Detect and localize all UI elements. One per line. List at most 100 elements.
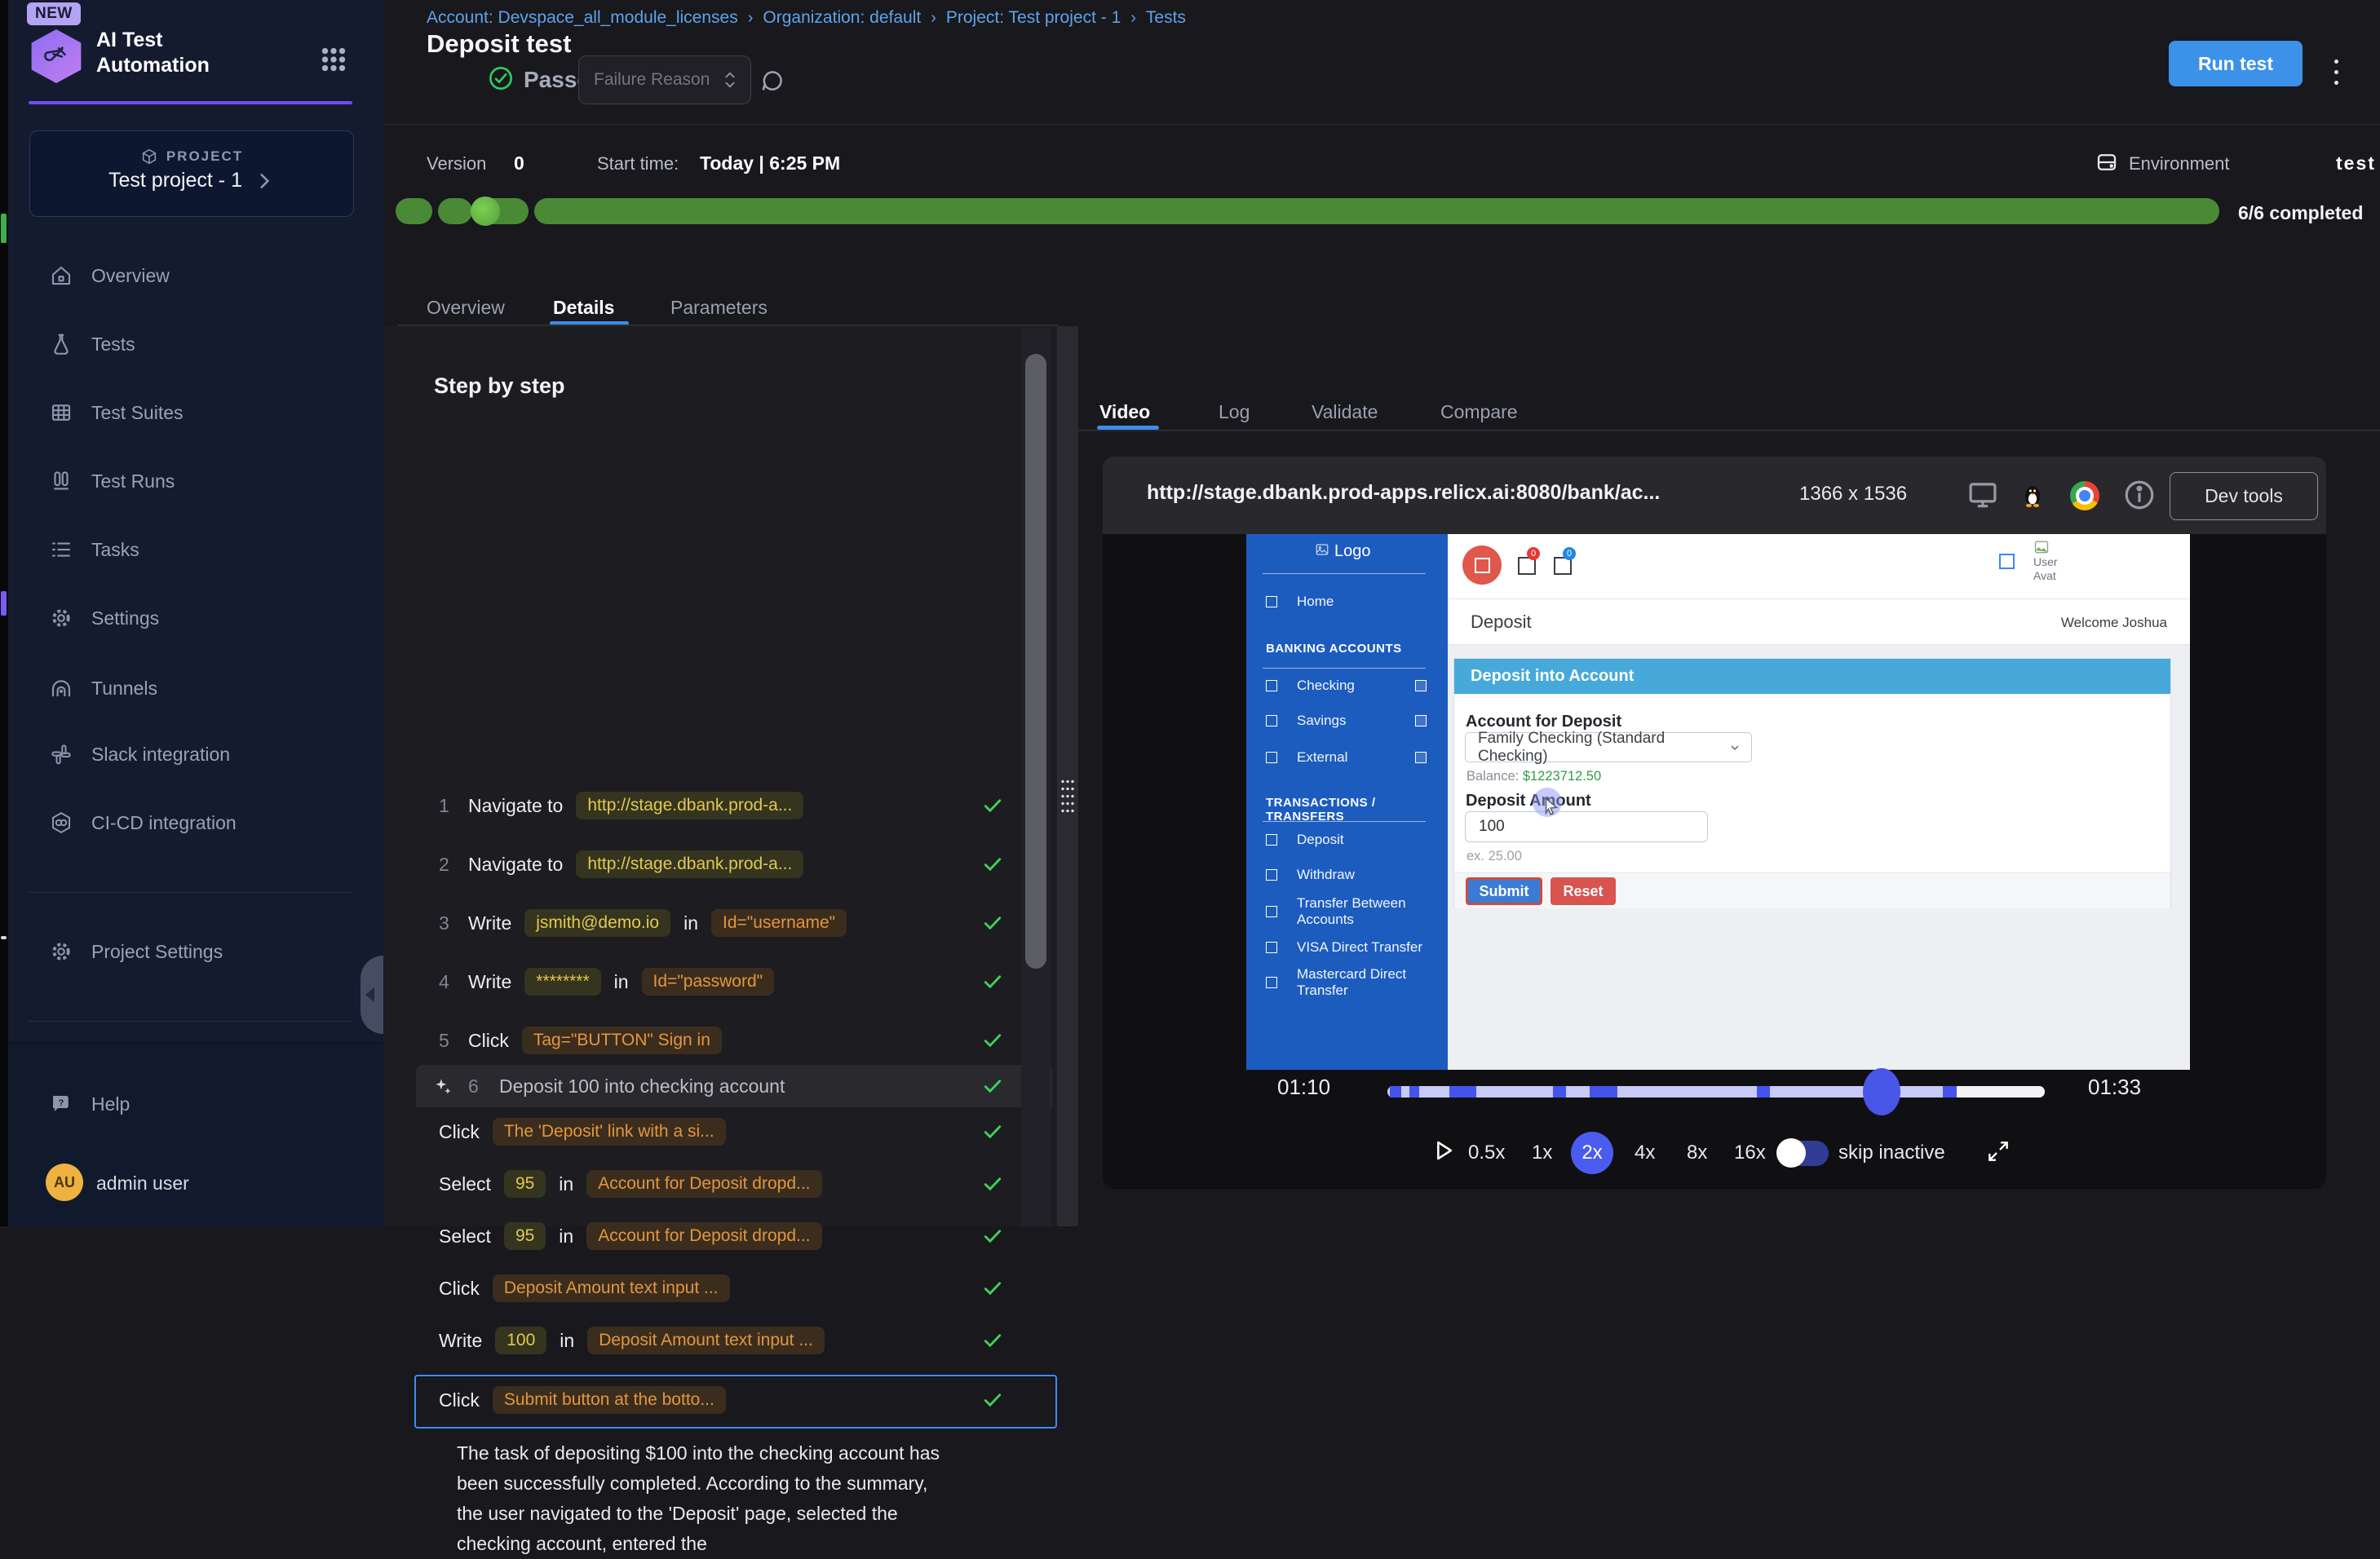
steps-scrollbar-thumb[interactable]: [1025, 354, 1046, 969]
speed-8x[interactable]: 8x: [1687, 1142, 1707, 1164]
tab-details[interactable]: Details: [553, 297, 614, 319]
check-icon: [980, 969, 1005, 994]
tab-overview[interactable]: Overview: [427, 297, 505, 319]
cube-icon: [140, 148, 158, 166]
chevron-separator-icon: ›: [931, 9, 936, 28]
apps-grid-icon[interactable]: [316, 42, 351, 77]
sidebar-item-help[interactable]: ? Help: [29, 1085, 356, 1123]
check-icon: [980, 1120, 1005, 1144]
sidebar-item-project-settings[interactable]: Project Settings: [29, 933, 356, 970]
step-target-chip: http://stage.dbank.prod-a...: [576, 850, 803, 878]
substep-row-4[interactable]: Click Deposit Amount text input ...: [416, 1267, 1052, 1309]
step-row-1[interactable]: 1 Navigate to http://stage.dbank.prod-a.…: [416, 784, 1052, 827]
speed-0-5x[interactable]: 0.5x: [1468, 1142, 1505, 1164]
substep-row-5[interactable]: Write 100 in Deposit Amount text input .…: [416, 1319, 1052, 1362]
video-timeline-track[interactable]: [1387, 1086, 2045, 1097]
app-logo[interactable]: [29, 29, 83, 83]
test-tube-icon: [42, 42, 70, 70]
project-selector[interactable]: PROJECT Test project - 1: [29, 130, 354, 217]
substep-row-2[interactable]: Select 95 in Account for Deposit dropd..…: [416, 1163, 1052, 1205]
skip-inactive-label: skip inactive: [1838, 1142, 1945, 1164]
bank-nav-deposit: Deposit: [1246, 829, 1448, 850]
project-label: PROJECT: [166, 148, 243, 165]
sidebar-item-test-suites[interactable]: Test Suites: [29, 394, 356, 431]
step-row-5[interactable]: 5 Click Tag="BUTTON" Sign in: [416, 1019, 1052, 1062]
tab-parameters[interactable]: Parameters: [670, 297, 768, 319]
steps-scrollbar-track[interactable]: [1021, 328, 1051, 1226]
sidebar-item-tunnels[interactable]: Tunnels: [29, 669, 356, 707]
bank-account-select: Family Checking (Standard Checking): [1465, 732, 1752, 762]
badge-blue: 0: [1563, 547, 1576, 560]
step-value-chip: 95: [504, 1170, 546, 1198]
sidebar-item-slack-integration[interactable]: Slack integration: [29, 735, 356, 773]
failure-reason-select[interactable]: Failure Reason: [578, 55, 751, 104]
step-by-step-panel: Step by step 1 Navigate to http://stage.…: [383, 326, 1057, 1226]
edge-mark-white: [1, 936, 7, 939]
kebab-menu[interactable]: [2328, 49, 2344, 95]
tab-log[interactable]: Log: [1219, 401, 1250, 423]
bank-nav-savings: Savings: [1246, 710, 1448, 731]
sidebar-item-overview[interactable]: Overview: [29, 257, 356, 294]
sidebar-collapse-handle[interactable]: [361, 956, 383, 1034]
step-locator-chip: Account for Deposit dropd...: [586, 1222, 821, 1250]
step-row-4[interactable]: 4 Write ******** in Id="password": [416, 961, 1052, 1003]
comment-icon[interactable]: [759, 67, 786, 95]
tab-compare[interactable]: Compare: [1440, 401, 1518, 423]
bank-sidebar: Logo Home BANKING ACCOUNTS Checking Savi…: [1246, 534, 1448, 1070]
step-summary-text: The task of depositing $100 into the che…: [457, 1438, 946, 1559]
substep-row-1[interactable]: Click The 'Deposit' link with a si...: [416, 1111, 1052, 1153]
info-icon[interactable]: [2122, 478, 2157, 512]
gear-icon: [49, 939, 73, 964]
step-row-2[interactable]: 2 Navigate to http://stage.dbank.prod-a.…: [416, 843, 1052, 885]
user-name: admin user: [96, 1173, 189, 1195]
devtools-button[interactable]: Dev tools: [2170, 472, 2318, 520]
bank-nav-checking: Checking: [1246, 675, 1448, 696]
timeline-remaining: [1957, 1086, 2045, 1097]
select-updown-icon: [721, 68, 739, 92]
tab-video[interactable]: Video: [1099, 401, 1150, 423]
speed-16x[interactable]: 16x: [1734, 1142, 1766, 1164]
bank-section-transactions: TRANSACTIONS / TRANSFERS: [1266, 796, 1448, 824]
badge-red: 0: [1527, 547, 1540, 560]
step-value-chip: 100: [495, 1327, 546, 1354]
panel-resizer-grip[interactable]: [1060, 778, 1075, 815]
bank-card-banner: Deposit into Account: [1454, 659, 2170, 694]
substep-row-6-selected[interactable]: Click Submit button at the botto...: [416, 1379, 1052, 1421]
sidebar-item-settings[interactable]: Settings: [29, 599, 356, 637]
right-tabs-divider: [1078, 430, 2380, 431]
skip-inactive-toggle-knob[interactable]: [1776, 1138, 1806, 1168]
substep-row-3[interactable]: Select 95 in Account for Deposit dropd..…: [416, 1215, 1052, 1257]
breadcrumb-project[interactable]: Project: Test project - 1: [946, 8, 1121, 28]
fullscreen-icon[interactable]: [1985, 1138, 2011, 1164]
tab-validate[interactable]: Validate: [1312, 401, 1378, 423]
video-frame[interactable]: Logo Home BANKING ACCOUNTS Checking Savi…: [1246, 534, 2190, 1070]
edge-mark-green: [1, 214, 7, 243]
bank-nav-withdraw: Withdraw: [1246, 864, 1448, 885]
sidebar-item-tasks[interactable]: Tasks: [29, 531, 356, 568]
user-avatar[interactable]: AU: [46, 1164, 83, 1201]
sidebar-item-cicd-integration[interactable]: CI-CD integration: [29, 804, 356, 841]
run-test-button[interactable]: Run test: [2169, 41, 2303, 86]
speed-1x[interactable]: 1x: [1532, 1142, 1552, 1164]
speed-2x-active[interactable]: 2x: [1571, 1132, 1613, 1174]
video-url-bar: http://stage.dbank.prod-apps.relicx.ai:8…: [1103, 457, 2326, 534]
bank-balance-value: $1223712.50: [1523, 769, 1601, 784]
square-icon: [1266, 596, 1277, 607]
step-value-chip: 95: [504, 1222, 546, 1250]
version-label: Version: [427, 153, 486, 174]
breadcrumb-organization[interactable]: Organization: default: [763, 8, 921, 28]
edge-mark-purple: [1, 591, 7, 616]
timeline-playhead[interactable]: [1863, 1068, 1900, 1115]
panel-resizer[interactable]: [1057, 326, 1078, 1226]
speed-4x[interactable]: 4x: [1635, 1142, 1655, 1164]
breadcrumb-account[interactable]: Account: Devspace_all_module_licenses: [427, 8, 738, 28]
monitor-icon: [1966, 478, 2000, 512]
step-group-header[interactable]: 6 Deposit 100 into checking account: [416, 1065, 1052, 1107]
breadcrumb-tests[interactable]: Tests: [1146, 8, 1186, 28]
total-time: 01:33: [2088, 1075, 2141, 1100]
sidebar-item-test-runs[interactable]: Test Runs: [29, 462, 356, 500]
help-chat-icon: ?: [49, 1092, 73, 1116]
step-row-3[interactable]: 3 Write jsmith@demo.io in Id="username": [416, 902, 1052, 944]
sidebar-item-tests[interactable]: Tests: [29, 325, 356, 363]
play-button[interactable]: [1429, 1137, 1457, 1164]
